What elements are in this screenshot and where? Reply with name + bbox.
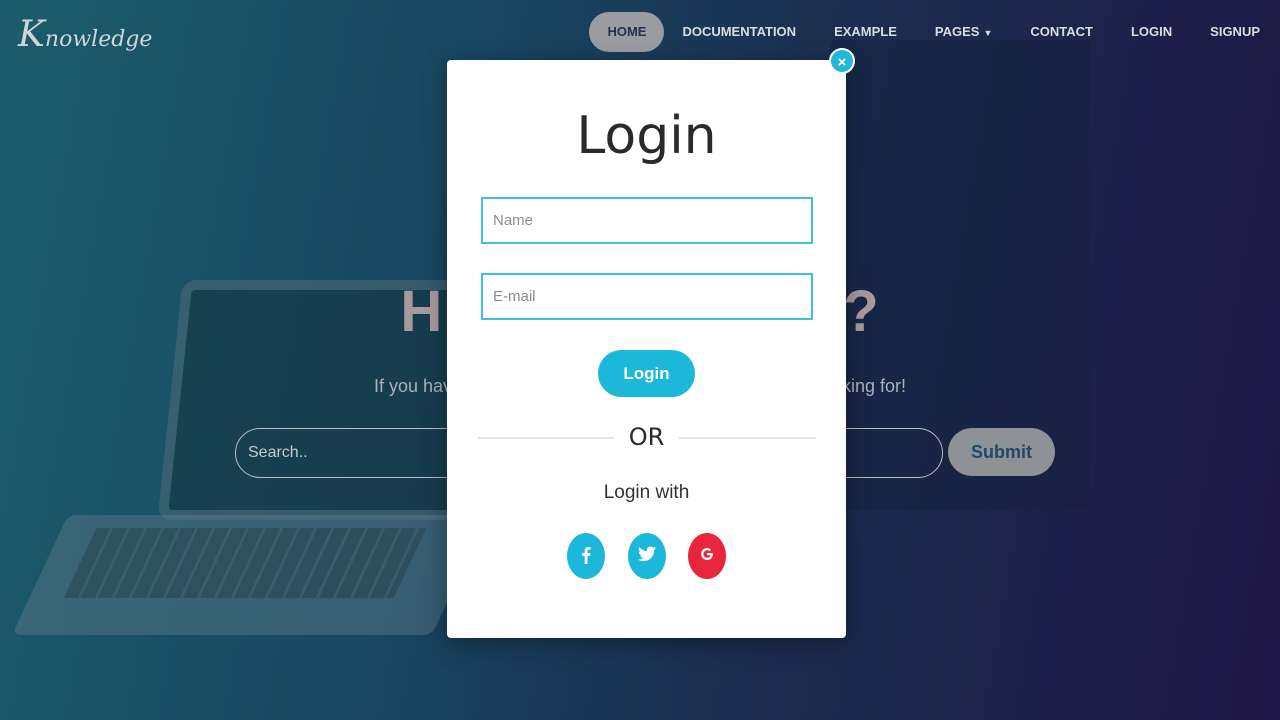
login-button[interactable]: Login — [598, 350, 695, 397]
logo-initial: K — [18, 14, 45, 55]
hero-title-left: H — [400, 279, 444, 344]
nav-pages[interactable]: PAGES ▼ — [917, 12, 1010, 52]
nav-example[interactable]: EXAMPLE — [816, 12, 915, 52]
main-nav: HOME DOCUMENTATION EXAMPLE PAGES ▼ CONTAC… — [589, 12, 1280, 52]
hero-subtitle-left: If you hav — [373, 376, 452, 396]
facebook-login-button[interactable] — [567, 533, 605, 579]
search-submit-button[interactable]: Submit — [948, 428, 1055, 476]
twitter-login-button[interactable] — [628, 533, 666, 579]
login-with-text: Login with — [603, 482, 690, 503]
caret-down-icon: ▼ — [983, 28, 993, 38]
facebook-icon — [582, 547, 591, 564]
name-field[interactable] — [481, 197, 813, 244]
nav-signup[interactable]: SIGNUP — [1192, 12, 1278, 52]
modal-title: Login — [576, 106, 717, 166]
or-text: OR — [628, 423, 665, 451]
nav-login[interactable]: LOGIN — [1113, 12, 1190, 52]
nav-home[interactable]: HOME — [589, 12, 665, 52]
hero-title-right: ? — [843, 279, 880, 344]
google-login-button[interactable] — [688, 533, 726, 579]
nav-contact[interactable]: CONTACT — [1012, 12, 1111, 52]
email-field[interactable] — [481, 273, 813, 320]
login-modal: Login Login OR Login with — [447, 60, 846, 638]
close-icon[interactable]: × — [829, 48, 855, 74]
site-logo[interactable]: Knowledge — [18, 14, 152, 55]
logo-rest: nowledge — [44, 27, 153, 52]
twitter-icon — [638, 546, 656, 562]
nav-pages-label: PAGES — [934, 24, 980, 39]
google-icon — [701, 548, 713, 560]
nav-documentation[interactable]: DOCUMENTATION — [664, 12, 814, 52]
